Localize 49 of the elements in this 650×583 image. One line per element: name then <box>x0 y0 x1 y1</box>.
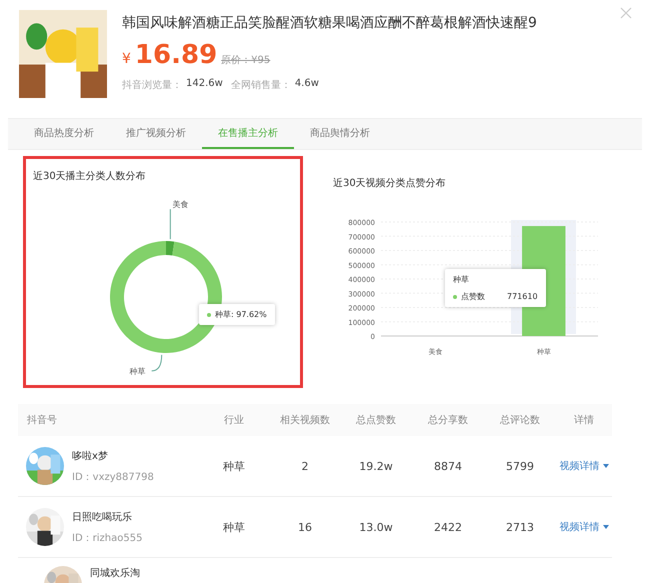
table-cell-text: 2422 <box>433 520 463 534</box>
column-header: 抖音号 <box>26 414 58 427</box>
user-name[interactable]: 日照吃喝玩乐 <box>72 510 142 524</box>
table-cell-text: 种草 <box>222 458 246 474</box>
table-cell-text: 种草 <box>222 520 246 534</box>
table-cell-text: 16 <box>297 520 313 534</box>
close-icon[interactable] <box>620 7 632 19</box>
stat-value: 142.6w <box>186 78 223 91</box>
tab[interactable]: 商品热度分析 <box>18 119 110 149</box>
table-cell-text: 13.0w <box>358 520 394 534</box>
slice-label: 种草 <box>130 366 146 376</box>
leader-line <box>151 354 162 372</box>
table-cell-text: 2713 <box>505 520 535 534</box>
column-header: 详情 <box>573 414 595 427</box>
leader-line <box>170 208 171 240</box>
tab[interactable]: 在售播主分析 <box>202 119 294 149</box>
tooltip-value: 771610 <box>507 292 538 301</box>
product-title: 韩国风味解酒糖正品笑脸醒酒软糖果喝酒应酬不醉葛根解酒快速醒9 <box>122 14 537 32</box>
chart-title: 近30天播主分类人数分布 <box>33 170 146 183</box>
video-detail-link[interactable]: 视频详情 <box>556 520 612 534</box>
video-detail-link[interactable]: 视频详情 <box>556 459 612 473</box>
column-header: 总分享数 <box>427 414 469 427</box>
stat-label: 抖音浏览量： <box>122 78 182 92</box>
tooltip-series: 点赞数 <box>461 291 485 302</box>
column-header: 行业 <box>223 414 245 427</box>
stat-label: 全网销售量： <box>230 79 291 92</box>
table-cell-text: 8874 <box>433 460 463 472</box>
user-name[interactable]: 同城欢乐淘 <box>90 566 140 580</box>
price: 16.89 <box>134 40 218 70</box>
table-cell-text: 19.2w <box>358 460 394 472</box>
table-cell-text: 5799 <box>505 460 535 472</box>
caret-icon <box>602 464 608 468</box>
stat-value: 4.6w <box>294 78 319 91</box>
table-cell-text: 2 <box>300 460 310 472</box>
tooltip-title: 种草 <box>453 274 469 285</box>
user-name[interactable]: 哆啦x梦 <box>72 448 154 462</box>
column-header: 总点赞数 <box>355 414 397 427</box>
tooltip-text: 种草: 97.62% <box>215 309 267 320</box>
chart-title: 近30天视频分类点赞分布 <box>333 176 447 190</box>
column-header: 总评论数 <box>499 414 541 427</box>
slice-label: 美食 <box>172 200 188 210</box>
user-id: ID：vxzy887798 <box>72 470 154 484</box>
tab[interactable]: 商品舆情分析 <box>294 119 386 149</box>
currency-symbol: ¥ <box>122 51 131 67</box>
user-id: ID：rizhao555 <box>72 532 142 544</box>
tab[interactable]: 推广视频分析 <box>110 119 202 149</box>
original-price: 原价：¥95 <box>221 54 270 67</box>
column-header: 相关视频数 <box>279 414 331 427</box>
caret-icon <box>602 525 608 529</box>
